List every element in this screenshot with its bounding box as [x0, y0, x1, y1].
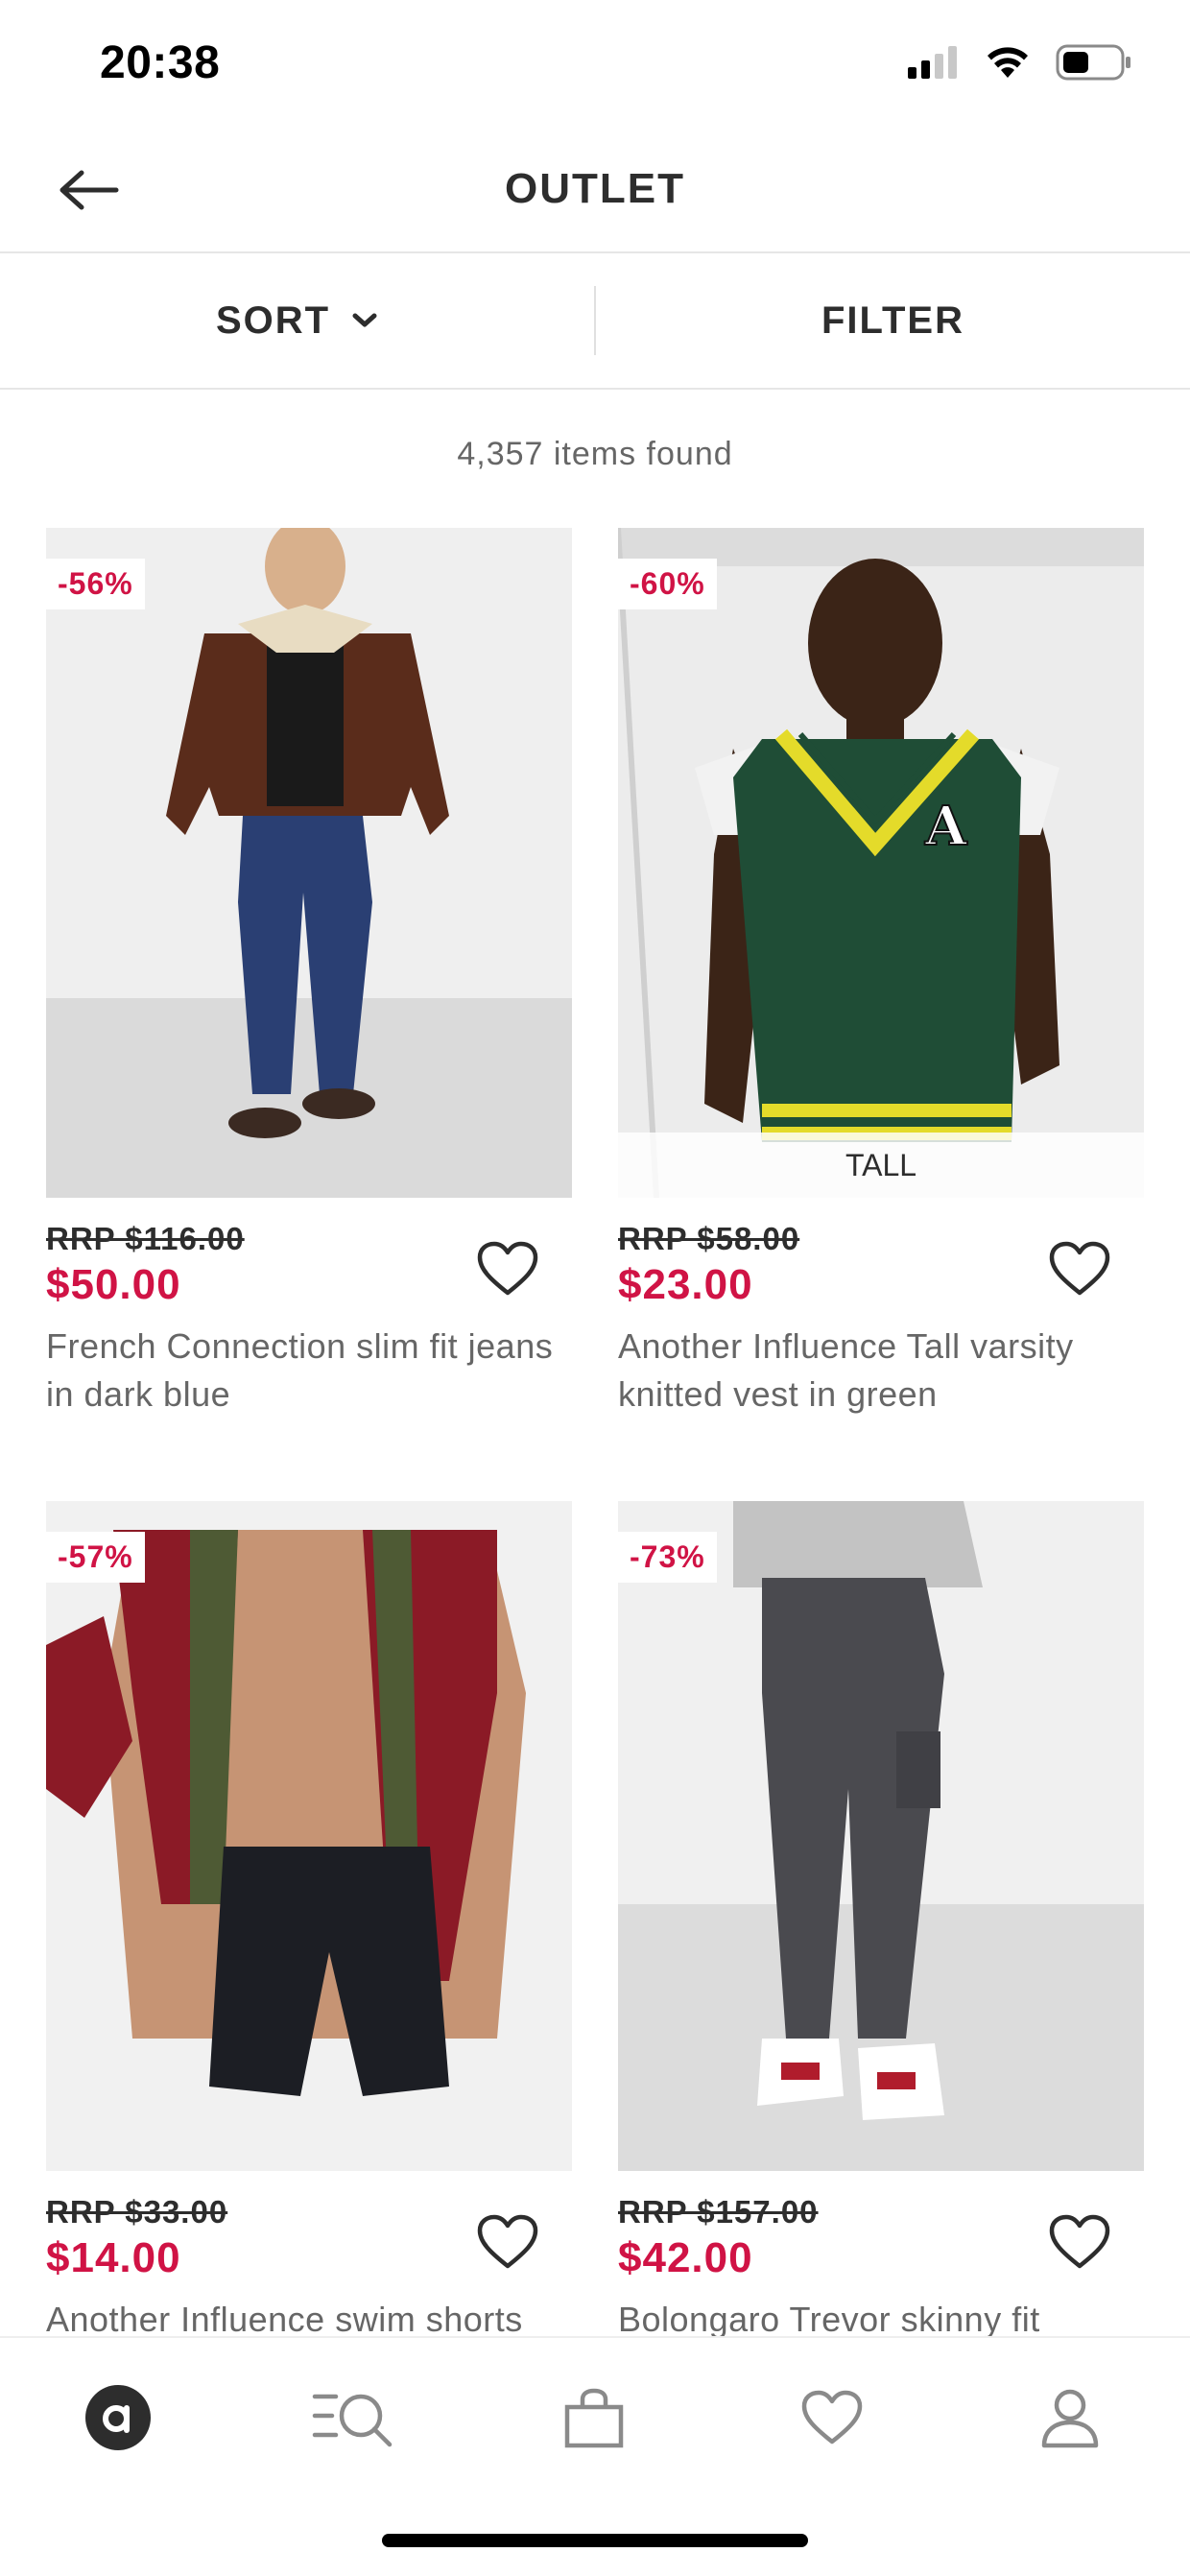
product-name[interactable]: French Connection slim fit jeans in dark…: [46, 1323, 572, 1419]
nav-search[interactable]: [311, 2374, 397, 2461]
product-photo-vest: A: [618, 528, 1144, 1198]
account-icon: [1041, 2389, 1099, 2448]
product-image[interactable]: -56%: [46, 528, 572, 1198]
product-photo-cargo-joggers: [618, 1501, 1144, 2171]
product-card[interactable]: -57% RRP $33.00 $14.00 Another Influence…: [46, 1501, 572, 2344]
product-name[interactable]: Another Influence Tall varsity knitted v…: [618, 1323, 1144, 1419]
home-logo-icon: [85, 2385, 151, 2450]
sort-filter-bar: SORT FILTER: [0, 253, 1190, 390]
product-image[interactable]: -73%: [618, 1501, 1144, 2171]
discount-badge: -56%: [46, 559, 145, 609]
product-card[interactable]: -56% RRP $116.00 $50.00 French Connectio…: [46, 528, 572, 1419]
search-icon: [312, 2394, 393, 2447]
product-image[interactable]: -57%: [46, 1501, 572, 2171]
product-image[interactable]: A -60% TALL: [618, 528, 1144, 1198]
save-for-later-button[interactable]: [476, 2213, 539, 2271]
page-title: OUTLET: [505, 165, 685, 212]
heart-icon: [477, 1241, 538, 1296]
status-icons: [908, 44, 1132, 81]
nav-home[interactable]: [75, 2374, 161, 2461]
heart-icon: [477, 2214, 538, 2269]
nav-account[interactable]: [1027, 2374, 1113, 2461]
product-photo-swim-shorts: [46, 1501, 572, 2171]
items-found-count: 4,357 items found: [457, 436, 733, 472]
wifi-icon: [988, 47, 1028, 78]
svg-text:A: A: [924, 795, 968, 858]
filter-button[interactable]: FILTER: [596, 253, 1190, 388]
product-card[interactable]: A -60% TALL RRP $58.00 $23.00 Another In…: [618, 528, 1144, 1419]
sort-button[interactable]: SORT: [0, 253, 594, 388]
sort-label: SORT: [215, 298, 331, 342]
battery-icon: [1056, 44, 1130, 81]
tall-tag: TALL: [618, 1133, 1144, 1198]
save-for-later-button[interactable]: [1048, 1240, 1111, 1298]
nav-bag[interactable]: [551, 2374, 637, 2461]
filter-label: FILTER: [821, 298, 964, 342]
bag-icon: [564, 2388, 624, 2448]
discount-badge: -73%: [618, 1532, 717, 1583]
status-time: 20:38: [100, 37, 221, 88]
heart-icon: [1049, 2214, 1110, 2269]
product-photo-jeans: [46, 528, 572, 1198]
discount-badge: -60%: [618, 559, 717, 609]
save-for-later-button[interactable]: [476, 1240, 539, 1298]
save-for-later-button[interactable]: [1048, 2213, 1111, 2271]
discount-badge: -57%: [46, 1532, 145, 1583]
product-card[interactable]: -73% RRP $157.00 $42.00 Bolongaro Trevor…: [618, 1501, 1144, 2344]
home-indicator[interactable]: [382, 2534, 808, 2547]
page-header: OUTLET: [0, 127, 1190, 253]
chevron-down-icon: [352, 313, 377, 327]
nav-saved[interactable]: [789, 2374, 875, 2461]
heart-icon: [1049, 1241, 1110, 1296]
status-bar: 20:38: [0, 0, 1190, 127]
heart-icon: [801, 2390, 863, 2445]
cellular-signal-icon: [908, 46, 957, 79]
